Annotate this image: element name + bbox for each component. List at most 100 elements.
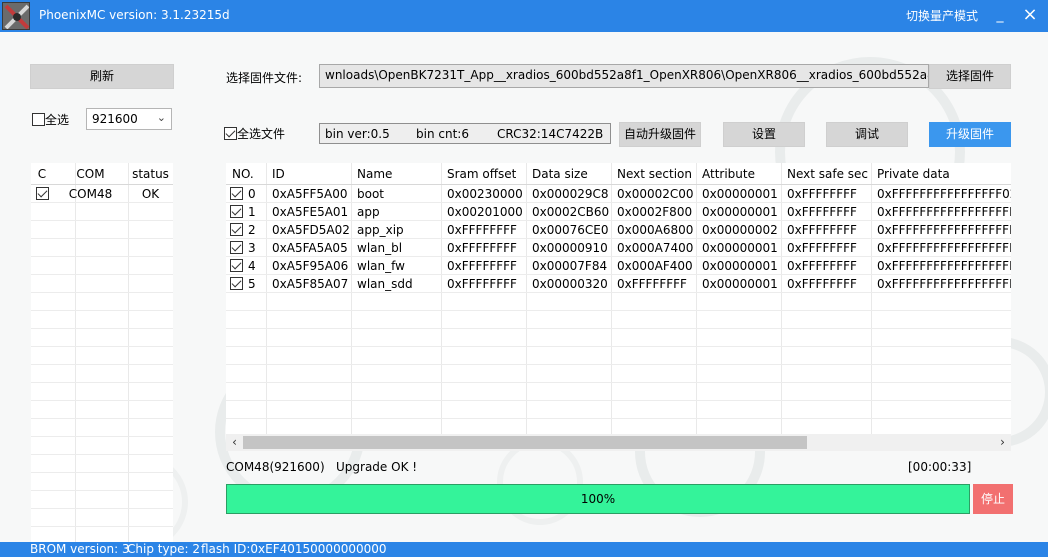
table-row-id: 0xA5FE5A01 (272, 205, 349, 219)
select-all-files-checkbox[interactable] (224, 127, 237, 140)
table-row-attr: 0x00000001 (702, 259, 778, 273)
scroll-left-icon[interactable]: ‹ (226, 434, 243, 451)
table-row-id: 0xA5FD5A02 (272, 223, 350, 237)
table-row-private: 0xFFFFFFFFFFFFFFFFFFFF (877, 241, 1011, 255)
table-row-name: wlan_fw (357, 259, 405, 273)
elapsed-time: [00:00:33] (908, 460, 972, 474)
table-row-safe: 0xFFFFFFFF (787, 241, 857, 255)
table-row-no: 2 (248, 223, 256, 237)
table-row-name: app (357, 205, 380, 219)
debug-button[interactable]: 调试 (826, 122, 908, 147)
table-row-attr: 0x00000001 (702, 241, 778, 255)
table-row-next: 0xFFFFFFFF (617, 277, 687, 291)
baud-rate-select[interactable]: 921600 ⌄ (86, 108, 172, 130)
table-row-checkbox[interactable] (230, 275, 243, 293)
table-row-name: boot (357, 187, 385, 201)
firmware-info-box: bin ver:0.5 bin cnt:6 CRC32:14C7422B (319, 123, 611, 144)
scroll-right-icon[interactable]: › (994, 434, 1011, 451)
column-header-next-section: Next section (617, 167, 692, 181)
chevron-down-icon: ⌄ (156, 111, 166, 124)
upgrade-progress-bar: 100% (226, 484, 970, 514)
table-row-size: 0x000029C8 (532, 187, 609, 201)
table-row-checkbox[interactable] (230, 185, 243, 203)
table-row-size: 0x00000910 (532, 241, 608, 255)
column-header-attribute: Attribute (702, 167, 755, 181)
progress-percent: 100% (580, 492, 616, 506)
column-header-name: Name (357, 167, 393, 181)
table-row-checkbox[interactable] (230, 203, 243, 221)
table-row-attr: 0x00000001 (702, 205, 778, 219)
stop-button[interactable]: 停止 (973, 484, 1013, 514)
table-row-private: 0xFFFFFFFFFFFFFFFFFFFF (877, 259, 1011, 273)
table-row-checkbox[interactable] (230, 257, 243, 275)
upgrade-message: Upgrade OK ! (336, 460, 418, 474)
table-row-no: 4 (248, 259, 256, 273)
column-header-c: C (37, 167, 47, 181)
column-header-status: status (132, 167, 169, 181)
com-row-port: COM48 (68, 187, 113, 201)
com-row-checkbox[interactable] (31, 185, 53, 203)
settings-button[interactable]: 设置 (723, 122, 805, 147)
select-all-ports[interactable]: 全选 (32, 111, 69, 128)
table-row-id: 0xA5FF5A00 (272, 187, 348, 201)
table-row-safe: 0xFFFFFFFF (787, 223, 857, 237)
close-icon[interactable]: × (1020, 4, 1040, 26)
table-row-sram: 0xFFFFFFFF (447, 241, 517, 255)
firmware-file-label: 选择固件文件: (226, 71, 303, 85)
table-row-private: 0xFFFFFFFFFFFFFFFF02A0 (877, 187, 1011, 201)
column-header-sram-offset: Sram offset (447, 167, 517, 181)
firmware-table: NO. ID Name Sram offset Data size Next s… (226, 163, 1011, 434)
table-row-sram: 0xFFFFFFFF (447, 223, 517, 237)
table-row-safe: 0xFFFFFFFF (787, 259, 857, 273)
minimize-icon[interactable]: _ (990, 4, 1010, 26)
select-all-ports-checkbox[interactable] (32, 113, 45, 126)
table-row-name: wlan_sdd (357, 277, 413, 291)
table-row-safe: 0xFFFFFFFF (787, 187, 857, 201)
refresh-button[interactable]: 刷新 (30, 64, 174, 89)
table-row-private: 0xFFFFFFFFFFFFFFFFFFFF (877, 223, 1011, 237)
table-row-next: 0x000A6800 (617, 223, 694, 237)
column-header-data-size: Data size (532, 167, 588, 181)
column-header-com: COM (76, 167, 105, 181)
column-header-private-data: Private data (877, 167, 950, 181)
select-all-files[interactable]: 全选文件 (224, 125, 285, 142)
table-row-sram: 0xFFFFFFFF (447, 259, 517, 273)
main-panel: 刷新 全选 921600 ⌄ C COM status COM48 OK 选择固… (0, 32, 1048, 542)
crc-value: CRC32:14C7422B (497, 127, 604, 141)
table-row-sram: 0xFFFFFFFF (447, 277, 517, 291)
table-row-safe: 0xFFFFFFFF (787, 205, 857, 219)
table-row-private: 0xFFFFFFFFFFFFFFFFFFFF (877, 277, 1011, 291)
table-row-next: 0x0002F800 (617, 205, 693, 219)
table-row-sram: 0x00201000 (447, 205, 523, 219)
flash-id: flash ID:0xEF40150000000000 (201, 542, 387, 556)
app-logo-icon (2, 2, 30, 30)
select-firmware-button[interactable]: 选择固件 (929, 64, 1011, 89)
table-row-next: 0x000A7400 (617, 241, 694, 255)
select-all-files-label: 全选文件 (237, 127, 286, 141)
table-row-size: 0x0002CB60 (532, 205, 610, 219)
status-bar: BROM version: 3 Chip type: 2 flash ID:0x… (0, 542, 1048, 557)
upgrade-firmware-button[interactable]: 升级固件 (929, 122, 1011, 147)
com-row-status: OK (141, 187, 160, 201)
mode-switch-button[interactable]: 切换量产模式 (906, 7, 978, 24)
table-row-checkbox[interactable] (230, 221, 243, 239)
table-row-size: 0x00076CE0 (532, 223, 609, 237)
table-row-no: 5 (248, 277, 256, 291)
auto-upgrade-button[interactable]: 自动升级固件 (619, 122, 701, 147)
app-title: PhoenixMC version: 3.1.23215d (39, 8, 230, 22)
bin-count: bin cnt:6 (416, 127, 469, 141)
scrollbar-thumb[interactable] (243, 436, 807, 449)
column-header-no: NO. (232, 167, 254, 181)
table-row-attr: 0x00000001 (702, 187, 778, 201)
table-row-no: 3 (248, 241, 256, 255)
table-row-id: 0xA5F95A06 (272, 259, 349, 273)
table-row-attr: 0x00000002 (702, 223, 778, 237)
firmware-path-field[interactable]: wnloads\OpenBK7231T_App__xradios_600bd55… (319, 64, 929, 88)
horizontal-scrollbar[interactable]: ‹ › (226, 434, 1011, 451)
port-info: COM48(921600) (226, 460, 325, 474)
table-row-next: 0x00002C00 (617, 187, 694, 201)
column-header-next-safe-sec: Next safe sec (787, 167, 869, 181)
table-row-no: 0 (248, 187, 256, 201)
table-row-checkbox[interactable] (230, 239, 243, 257)
table-row-size: 0x00007F84 (532, 259, 608, 273)
